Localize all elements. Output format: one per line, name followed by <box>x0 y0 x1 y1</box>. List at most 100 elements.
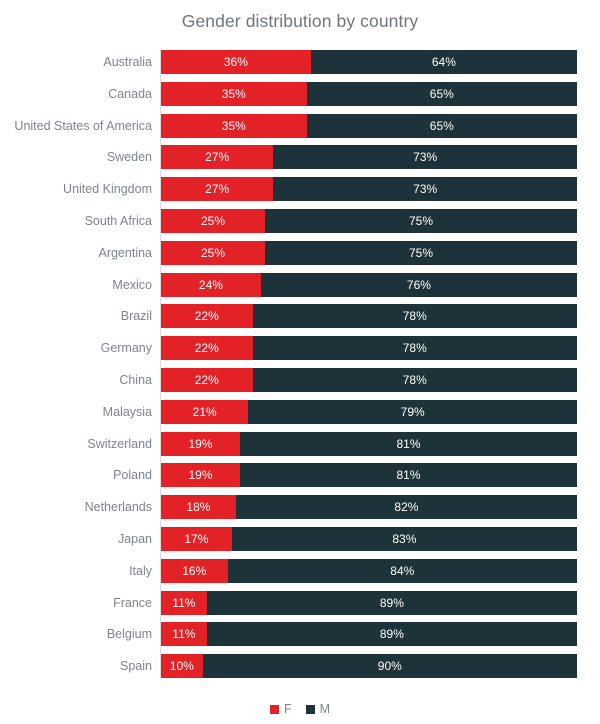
bar-segment-female[interactable]: 36% <box>161 50 311 74</box>
table-row: Switzerland 19% 81% <box>0 431 600 456</box>
legend-item-m[interactable]: M <box>305 702 331 716</box>
bar-segment-male[interactable]: 65% <box>306 81 577 106</box>
category-label: Belgium <box>106 627 152 642</box>
category-label: Netherlands <box>84 500 152 515</box>
bar-track: 22% 78% <box>161 336 577 361</box>
category-label: Poland <box>113 468 152 483</box>
table-row: Malaysia 21% 79% <box>0 399 600 424</box>
category-label: Argentina <box>98 245 152 260</box>
bar-segment-female[interactable]: 22% <box>161 336 253 361</box>
category-label: China <box>119 373 152 387</box>
bar-segment-male[interactable]: 78% <box>252 336 577 361</box>
bar-segment-female[interactable]: 10% <box>161 654 203 679</box>
chart-legend: FM <box>0 699 600 719</box>
bar-segment-female[interactable]: 22% <box>161 368 253 392</box>
bar-segment-female[interactable]: 18% <box>161 495 236 520</box>
bar-track: 25% 75% <box>161 209 577 233</box>
table-row: Poland 19% 81% <box>0 463 600 488</box>
bar-track: 16% 84% <box>161 558 577 583</box>
bar-track: 22% 78% <box>161 304 577 329</box>
category-label: Australia <box>103 55 152 69</box>
bar-segment-female[interactable]: 25% <box>161 209 265 233</box>
plot-area: Australia 36% 64% Canada 35% 65% United States… <box>0 50 600 679</box>
category-label: France <box>113 595 152 610</box>
legend-item-f[interactable]: F <box>269 702 292 716</box>
bar-segment-female[interactable]: 35% <box>161 81 307 106</box>
bar-track: 36% 64% <box>161 50 577 74</box>
category-label: Germany <box>100 341 152 356</box>
bar-segment-male[interactable]: 81% <box>240 431 577 456</box>
bar-segment-male[interactable]: 65% <box>306 113 577 138</box>
category-label: Italy <box>129 563 152 578</box>
bar-segment-male[interactable]: 78% <box>252 304 577 329</box>
bar-segment-male[interactable]: 89% <box>206 622 577 647</box>
table-row: United Kingdom 27% 73% <box>0 177 600 202</box>
bar-segment-male[interactable]: 73% <box>273 145 577 170</box>
bar-segment-female[interactable]: 11% <box>161 590 207 615</box>
bar-track: 19% 81% <box>161 463 577 488</box>
bar-track: 27% 73% <box>161 145 577 170</box>
bar-segment-male[interactable]: 78% <box>252 368 577 392</box>
bar-segment-female[interactable]: 16% <box>161 558 228 583</box>
bar-segment-female[interactable]: 25% <box>161 240 265 265</box>
bar-segment-male[interactable]: 64% <box>310 50 577 74</box>
bar-segment-male[interactable]: 90% <box>202 654 577 679</box>
table-row: France 11% 89% <box>0 590 600 615</box>
table-row: Sweden 27% 73% <box>0 145 600 170</box>
bar-segment-male[interactable]: 82% <box>235 495 577 520</box>
category-label: South Africa <box>84 214 152 228</box>
bar-segment-female[interactable]: 35% <box>161 113 307 138</box>
category-label: Japan <box>117 532 152 546</box>
category-label: United Kingdom <box>63 182 152 197</box>
table-row: Mexico 24% 76% <box>0 272 600 297</box>
bar-track: 11% 89% <box>161 622 577 647</box>
table-row: Netherlands 18% 82% <box>0 495 600 520</box>
bar-segment-female[interactable]: 19% <box>161 463 241 488</box>
category-label: Brazil <box>120 309 152 324</box>
bar-segment-female[interactable]: 27% <box>161 145 274 170</box>
category-label: Sweden <box>106 150 152 165</box>
bar-track: 17% 83% <box>161 527 577 551</box>
table-row: Argentina 25% 75% <box>0 240 600 265</box>
bar-segment-female[interactable]: 19% <box>161 431 241 456</box>
bar-segment-male[interactable]: 83% <box>231 527 577 551</box>
bar-segment-male[interactable]: 75% <box>265 209 577 233</box>
legend-label: F <box>283 702 292 716</box>
bar-track: 35% 65% <box>161 113 577 138</box>
bar-segment-male[interactable]: 76% <box>260 272 577 297</box>
chart-title: Gender distribution by country <box>181 11 419 31</box>
category-label: Switzerland <box>87 436 152 451</box>
category-label: Canada <box>108 86 152 101</box>
y-axis-line <box>160 50 161 678</box>
square-swatch-f-icon <box>269 704 279 714</box>
square-swatch-m-icon <box>305 704 315 714</box>
table-row: Germany 22% 78% <box>0 336 600 361</box>
bar-segment-male[interactable]: 84% <box>227 558 577 583</box>
bar-segment-male[interactable]: 75% <box>265 240 577 265</box>
category-label: United States of America <box>14 118 152 133</box>
category-label: Malaysia <box>102 404 152 419</box>
bar-track: 19% 81% <box>161 431 577 456</box>
legend-label: M <box>319 702 331 716</box>
table-row: Belgium 11% 89% <box>0 622 600 647</box>
bar-track: 18% 82% <box>161 495 577 520</box>
bar-segment-female[interactable]: 21% <box>161 399 249 424</box>
bar-segment-male[interactable]: 81% <box>240 463 577 488</box>
table-row: Spain 10% 90% <box>0 654 600 679</box>
bar-segment-female[interactable]: 22% <box>161 304 253 329</box>
table-row: Canada 35% 65% <box>0 81 600 106</box>
bar-track: 22% 78% <box>161 368 577 392</box>
bar-segment-female[interactable]: 11% <box>161 622 207 647</box>
table-row: Australia 36% 64% <box>0 50 600 74</box>
table-row: Japan 17% 83% <box>0 527 600 551</box>
bar-segment-female[interactable]: 24% <box>161 272 261 297</box>
category-label: Spain <box>120 659 152 674</box>
table-row: Brazil 22% 78% <box>0 304 600 329</box>
category-label: Mexico <box>112 277 152 292</box>
bar-segment-male[interactable]: 79% <box>248 399 577 424</box>
bar-segment-female[interactable]: 17% <box>161 527 232 551</box>
bar-segment-male[interactable]: 73% <box>273 177 577 202</box>
bar-segment-female[interactable]: 27% <box>161 177 274 202</box>
bar-track: 24% 76% <box>161 272 577 297</box>
bar-segment-male[interactable]: 89% <box>206 590 577 615</box>
